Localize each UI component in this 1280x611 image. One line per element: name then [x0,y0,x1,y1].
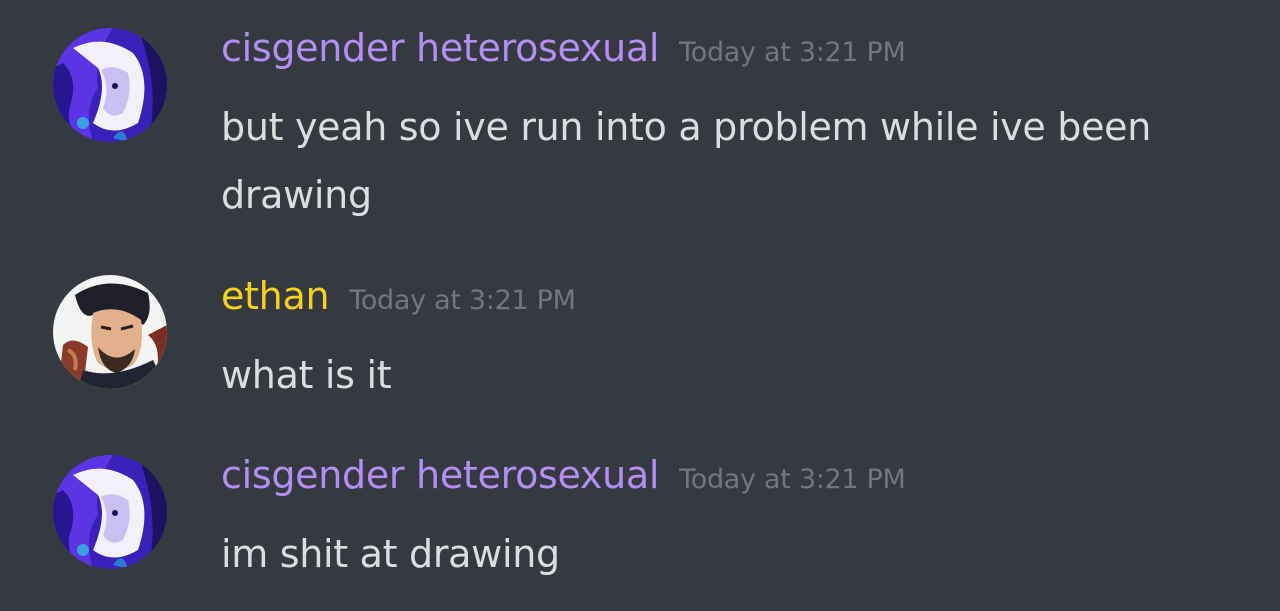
username[interactable]: cisgender heterosexual [221,26,659,70]
timestamp: Today at 3:21 PM [679,464,906,495]
username[interactable]: cisgender heterosexual [221,453,659,497]
message-header: cisgender heterosexual Today at 3:21 PM [221,453,906,497]
bearded-man-avatar-icon [53,275,167,389]
message: cisgender heterosexual Today at 3:21 PM i… [0,420,1280,611]
timestamp: Today at 3:21 PM [349,285,576,316]
message: ethan Today at 3:21 PM what is it [0,240,1280,420]
purple-character-avatar-icon [53,28,167,142]
message-text: but yeah so ive run into a problem while… [221,105,1152,217]
message: cisgender heterosexual Today at 3:21 PM b… [0,0,1280,240]
message-header: cisgender heterosexual Today at 3:21 PM [221,26,906,70]
user-avatar[interactable] [53,455,167,569]
message-header: ethan Today at 3:21 PM [221,274,576,318]
username[interactable]: ethan [221,274,330,318]
message-text: im shit at drawing [221,532,560,576]
user-avatar[interactable] [53,28,167,142]
purple-character-avatar-icon [53,455,167,569]
timestamp: Today at 3:21 PM [679,37,906,68]
user-avatar[interactable] [53,275,167,389]
message-text: what is it [221,353,392,397]
chat-message-list: cisgender heterosexual Today at 3:21 PM b… [0,0,1280,611]
